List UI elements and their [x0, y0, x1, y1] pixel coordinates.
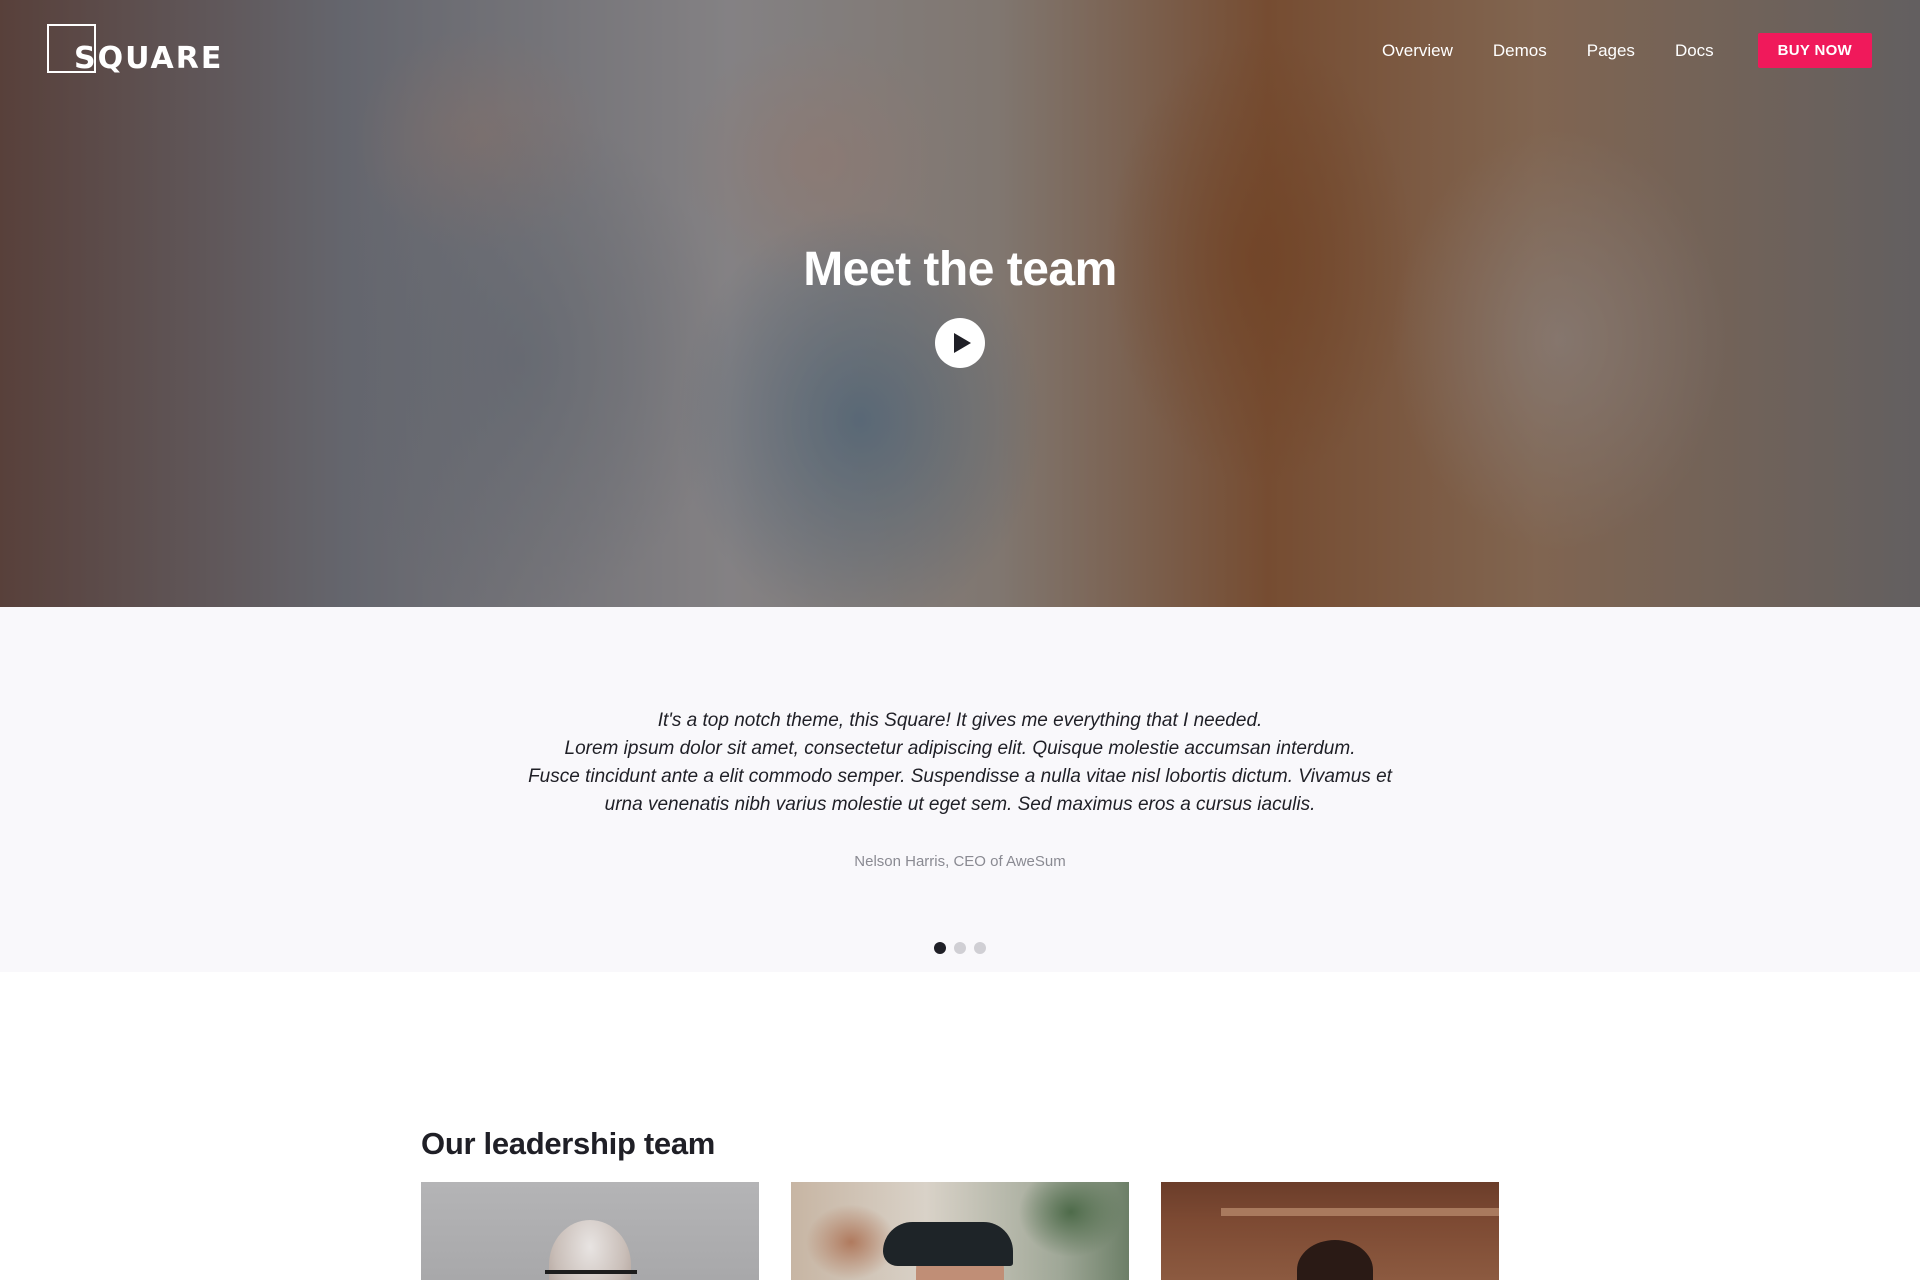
team-member-card[interactable]: [421, 1182, 759, 1280]
photo-detail: [883, 1222, 1013, 1266]
hero-overlay: SQUARE Overview Demos Pages Docs BUY NOW…: [0, 0, 1920, 607]
carousel-dot-2[interactable]: [954, 942, 966, 954]
nav-item-docs[interactable]: Docs: [1675, 41, 1714, 61]
nav-item-overview[interactable]: Overview: [1382, 41, 1453, 61]
play-icon: [954, 333, 971, 353]
testimonial-quote: It's a top notch theme, this Square! It …: [460, 707, 1460, 819]
quote-line: Fusce tincidunt ante a elit commodo semp…: [528, 766, 1392, 787]
buy-now-button[interactable]: BUY NOW: [1757, 33, 1872, 68]
nav-item-demos[interactable]: Demos: [1493, 41, 1547, 61]
quote-line: urna venenatis nibh varius molestie ut e…: [604, 794, 1316, 815]
carousel-dot-1[interactable]: [934, 942, 946, 954]
team-member-photo: [1297, 1240, 1373, 1280]
hero-title: Meet the team: [803, 243, 1117, 296]
hero-section: SQUARE Overview Demos Pages Docs BUY NOW…: [0, 0, 1920, 607]
testimonial-section: It's a top notch theme, this Square! It …: [0, 607, 1920, 972]
quote-line: It's a top notch theme, this Square! It …: [657, 710, 1263, 731]
carousel-dots: [0, 942, 1920, 954]
play-video-button[interactable]: [935, 318, 985, 368]
carousel-dot-3[interactable]: [974, 942, 986, 954]
team-member-card[interactable]: [791, 1182, 1129, 1280]
logo-text: SQUARE: [74, 41, 224, 76]
photo-detail: [1221, 1208, 1499, 1216]
testimonial-author: Nelson Harris, CEO of AweSum: [854, 853, 1066, 870]
team-member-card[interactable]: [1161, 1182, 1499, 1280]
brand-logo[interactable]: SQUARE: [47, 24, 227, 74]
leadership-title: Our leadership team: [421, 1126, 716, 1161]
main-nav: Overview Demos Pages Docs BUY NOW: [1382, 33, 1872, 68]
quote-line: Lorem ipsum dolor sit amet, consectetur …: [564, 738, 1356, 759]
nav-item-pages[interactable]: Pages: [1587, 41, 1635, 61]
photo-detail: [545, 1270, 637, 1280]
